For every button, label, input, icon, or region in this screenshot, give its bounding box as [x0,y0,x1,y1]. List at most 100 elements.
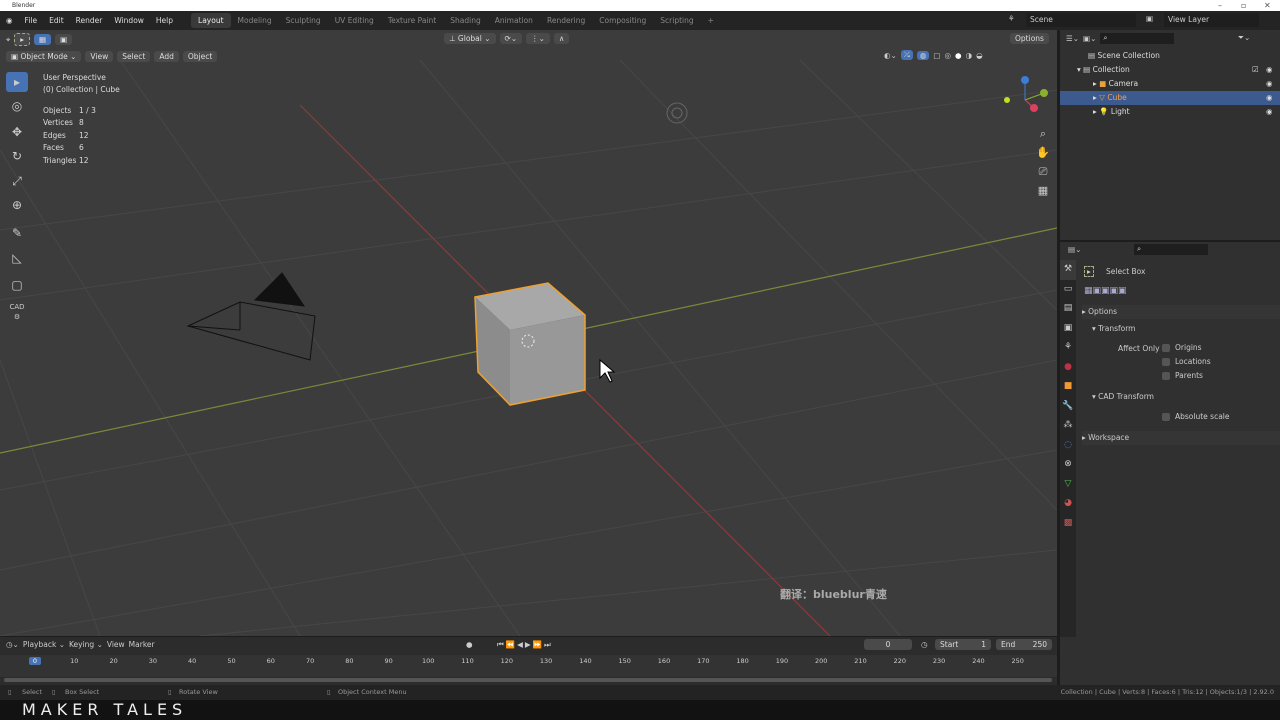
record-button[interactable]: ● [466,640,473,649]
snap-icon[interactable]: ⋮⌄ [526,33,550,44]
preview-range-icon[interactable]: ◷ [921,640,928,649]
mode-extend-icon[interactable]: ▣ [55,34,73,45]
tab-rendering[interactable]: Rendering [540,13,592,28]
render-shading-icon[interactable]: ◒ [976,51,983,60]
current-frame-marker[interactable]: 0 [29,657,41,665]
proportional-edit-icon[interactable]: ∧ [553,33,570,44]
outliner-collection[interactable]: ▾ ▤ Collection ☑ ◉ [1060,63,1280,77]
select-box-tool-icon[interactable]: ▸ [6,72,28,92]
menu-add[interactable]: Add [154,51,179,62]
options-section-header[interactable]: ▸ Options [1082,305,1280,319]
add-workspace-button[interactable]: + [701,13,721,28]
camera-view-icon[interactable]: ⎚ [1036,162,1050,181]
annotate-tool-icon[interactable]: ✎ [6,223,28,243]
filter-view-icon[interactable]: ▣⌄ [1083,34,1096,43]
current-frame-field[interactable]: 0 [864,639,912,650]
outliner-item-light[interactable]: ▸ 💡 Light ◉ [1060,105,1280,119]
eye-icon[interactable]: ◉ [1266,77,1273,91]
xray-icon[interactable]: ▢ [933,51,940,60]
view-layer-tab-icon[interactable]: ▣ [1060,319,1076,339]
wireframe-shading-icon[interactable]: ◎ [944,51,951,60]
3d-viewport[interactable]: ⌖ ▸ ▦ ▣ ⊥ Global ⌄ ⟳⌄ ⋮⌄ ∧ Options ◐⌄ ⤯ … [0,30,1057,636]
modifier-tab-icon[interactable]: 🔧 [1060,397,1076,417]
zoom-icon[interactable]: ⌕ [1036,124,1050,143]
menu-window[interactable]: Window [108,11,150,30]
menu-edit[interactable]: Edit [43,11,70,30]
physics-tab-icon[interactable]: ◌ [1060,436,1076,456]
gizmo-toggle-icon[interactable]: ⤯ [900,50,913,60]
collection-checkbox[interactable]: ☑ [1252,63,1259,77]
eye-icon[interactable]: ◉ [1266,63,1273,77]
outliner-scene-collection[interactable]: ▤ Scene Collection [1060,49,1280,63]
display-mode-icon[interactable]: ☰⌄ [1066,34,1079,43]
menu-keying[interactable]: Keying ⌄ [69,640,103,649]
timeline-editor-icon[interactable]: ◷⌄ [6,640,19,649]
rotate-tool-icon[interactable]: ↻ [6,146,28,166]
menu-render[interactable]: Render [70,11,109,30]
outliner-item-camera[interactable]: ▸ ■ Camera ◉ [1060,77,1280,91]
close-button[interactable]: ✕ [1264,0,1271,11]
mode-set-icon[interactable]: ▦ [34,34,52,45]
options-dropdown[interactable]: Options [1010,33,1049,44]
data-tab-icon[interactable]: ▽ [1060,475,1076,495]
menu-object[interactable]: Object [182,51,218,62]
minimize-button[interactable]: – [1218,0,1222,11]
playback-controls[interactable]: ⏮⏪◀▶⏩⏭ [497,640,553,650]
menu-select[interactable]: Select [117,51,151,62]
select-box-tool-icon[interactable]: ▸ [14,33,30,46]
tab-layout[interactable]: Layout [191,13,231,28]
editor-type-icon[interactable]: ⌖ [6,35,10,45]
menu-view[interactable]: View [85,51,114,62]
tool-tab-icon[interactable]: ⚒ [1060,260,1076,280]
tab-sculpting[interactable]: Sculpting [279,13,328,28]
origins-checkbox[interactable]: Origins [1162,343,1202,352]
timeline-scrollbar[interactable] [4,678,1052,682]
tab-modeling[interactable]: Modeling [231,13,279,28]
scale-tool-icon[interactable]: ⤢ [6,171,28,191]
transform-tool-icon[interactable]: ⊕ [6,195,28,215]
add-cube-tool-icon[interactable]: ▢ [6,275,28,295]
scene-selector[interactable]: Scene [1026,13,1136,27]
solid-shading-icon[interactable]: ● [955,51,962,60]
editor-type-icon[interactable]: ▤⌄ [1068,245,1081,254]
filter-icon[interactable]: ⏷⌄ [1238,33,1250,43]
eye-icon[interactable]: ◉ [1266,91,1273,105]
selection-mode-icons[interactable]: ▦▣▣▣▣ [1084,286,1127,296]
output-tab-icon[interactable]: ▤ [1060,299,1076,319]
cad-tool-icon[interactable]: CAD ⚙ [6,302,28,322]
properties-search-input[interactable]: ⌕ [1134,244,1208,255]
menu-file[interactable]: File [19,11,44,30]
menu-view[interactable]: View [107,640,125,649]
scene-tab-icon[interactable]: ⚘ [1060,338,1076,358]
absolute-scale-checkbox[interactable]: Absolute scale [1162,412,1230,421]
constraints-tab-icon[interactable]: ⊗ [1060,455,1076,475]
view-layer-selector[interactable]: View Layer [1164,13,1259,27]
transform-subsection-header[interactable]: ▾ Transform [1092,322,1135,336]
tab-scripting[interactable]: Scripting [653,13,700,28]
start-frame-field[interactable]: Start 1 [935,639,991,650]
material-shading-icon[interactable]: ◑ [966,51,973,60]
locations-checkbox[interactable]: Locations [1162,357,1211,366]
ortho-grid-icon[interactable]: ▦ [1036,181,1050,200]
cad-transform-header[interactable]: ▾ CAD Transform [1092,390,1154,404]
object-tab-icon[interactable]: ■ [1060,377,1076,397]
pivot-dropdown[interactable]: ⟳⌄ [499,33,523,44]
tab-shading[interactable]: Shading [443,13,487,28]
outliner-search-input[interactable]: ⌕ [1100,33,1175,44]
tab-compositing[interactable]: Compositing [592,13,653,28]
cursor-tool-icon[interactable]: ◎ [6,96,28,116]
menu-help[interactable]: Help [150,11,179,30]
material-tab-icon[interactable]: ◕ [1060,494,1076,514]
tab-animation[interactable]: Animation [488,13,540,28]
move-tool-icon[interactable]: ✥ [6,122,28,142]
eye-icon[interactable]: ◉ [1266,105,1273,119]
render-tab-icon[interactable]: ▭ [1060,280,1076,300]
measure-tool-icon[interactable]: ◺ [6,248,28,268]
orientation-dropdown[interactable]: ⊥ Global ⌄ [444,33,496,44]
frame-ruler[interactable]: 0 10 20 30 40 50 60 70 80 90 100 110 120 130 140 150 160… [0,655,1057,677]
parents-checkbox[interactable]: Parents [1162,371,1203,380]
menu-playback[interactable]: Playback ⌄ [23,640,65,649]
tab-uv-editing[interactable]: UV Editing [328,13,381,28]
maximize-button[interactable]: ▫ [1241,0,1246,11]
particles-tab-icon[interactable]: ⁂ [1060,416,1076,436]
